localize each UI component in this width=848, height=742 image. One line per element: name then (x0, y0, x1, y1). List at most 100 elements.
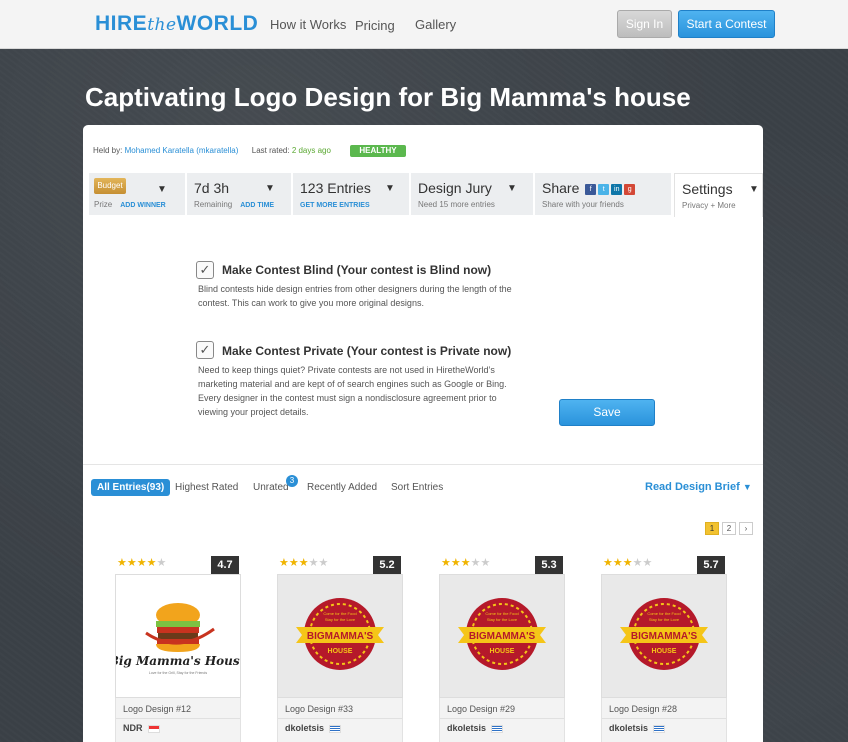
star-rating[interactable]: ★★★★★ (117, 556, 166, 569)
entry-meta: Logo Design #29 dkoletsis (439, 698, 565, 742)
greece-flag-icon (653, 724, 666, 733)
star-rating[interactable]: ★★★★★ (603, 556, 652, 569)
contest-card: Held by: Mohamed Karatella (mkaratella) … (83, 125, 763, 742)
design-jury-label: Design Jury (418, 180, 492, 196)
entry-author[interactable]: NDR (123, 723, 143, 733)
entry-card[interactable]: ★★★★★ 5.7 Come for the Food Stay for the… (601, 556, 727, 742)
share-label: Share (542, 180, 580, 196)
star-rating[interactable]: ★★★★★ (279, 556, 328, 569)
add-time-link[interactable]: ADD TIME (240, 202, 274, 209)
star-rating[interactable]: ★★★★★ (441, 556, 490, 569)
share-sub: Share with your friends (542, 200, 624, 209)
tab-entries[interactable]: 123 Entries ▼ GET MORE ENTRIES (293, 173, 411, 215)
entries-count: 123 Entries (300, 180, 371, 196)
filter-recently-added[interactable]: Recently Added (307, 482, 377, 493)
google-plus-icon[interactable]: g (624, 183, 636, 195)
share-row: Share f t in g (542, 180, 636, 196)
badge-main-text: BIGMAMMA'S (469, 631, 536, 642)
held-by-line: Held by: Mohamed Karatella (mkaratella) … (93, 146, 331, 155)
twitter-icon[interactable]: t (598, 183, 610, 195)
nav-how-it-works[interactable]: How it Works (270, 17, 346, 32)
tab-share[interactable]: Share f t in g Share with your friends (535, 173, 673, 215)
start-contest-button[interactable]: Start a Contest (678, 10, 775, 38)
settings-sub: Privacy + More (682, 201, 736, 210)
entry-thumbnail[interactable]: Come for the Food Stay for the Love BIGM… (601, 574, 727, 698)
badge-top-text-2: Stay for the Love (487, 617, 518, 622)
filter-unrated[interactable]: Unrated (253, 482, 289, 493)
blind-option-title: Make Contest Blind (Your contest is Blin… (222, 263, 492, 277)
tab-time[interactable]: 7d 3h ▼ Remaining ADD TIME (187, 173, 293, 215)
entry-name: Logo Design #12 (123, 704, 192, 714)
badge-sub-text: HOUSE (652, 648, 677, 655)
status-badge: HEALTHY (350, 145, 406, 157)
tab-budget[interactable]: Budget ▼ Prize ADD WINNER (89, 173, 187, 215)
entry-thumbnail[interactable]: Big Mamma's House Love for the Grill, St… (115, 574, 241, 698)
chevron-down-icon: ▼ (265, 183, 275, 194)
next-page-icon[interactable]: › (739, 522, 753, 535)
sort-entries[interactable]: Sort Entries (391, 482, 443, 493)
blind-option-description: Blind contests hide design entries from … (198, 284, 512, 308)
entry-author-row: NDR (123, 723, 160, 733)
read-design-brief-label: Read Design Brief (645, 481, 740, 493)
save-button[interactable]: Save (559, 399, 655, 426)
filter-all-entries[interactable]: All Entries(93) (91, 479, 171, 496)
greece-flag-icon (329, 724, 342, 733)
sign-in-button[interactable]: Sign In (617, 10, 672, 38)
holder-link[interactable]: Mohamed Karatella (mkaratella) (125, 146, 239, 155)
score-badge: 5.2 (373, 556, 401, 574)
score-badge: 5.7 (697, 556, 725, 574)
brand-logo[interactable]: HIREtheWORLD (95, 12, 258, 36)
blind-checkbox[interactable]: ✓ (196, 261, 214, 279)
budget-sub: Prize (94, 200, 113, 209)
logo-text-world: WORLD (176, 12, 259, 35)
private-checkbox[interactable]: ✓ (196, 341, 214, 359)
budget-chip: Budget (94, 178, 126, 194)
nav-gallery[interactable]: Gallery (415, 17, 456, 32)
page-title: Captivating Logo Design for Big Mamma's … (85, 82, 691, 112)
badge-logo-image: Come for the Food Stay for the Love BIGM… (458, 598, 546, 670)
read-design-brief-link[interactable]: Read Design Brief ▼ (645, 481, 752, 493)
entry-author-row: dkoletsis (609, 723, 666, 733)
entry-name: Logo Design #33 (285, 704, 354, 714)
entry-author[interactable]: dkoletsis (285, 723, 324, 733)
contest-tabs: Budget ▼ Prize ADD WINNER 7d 3h ▼ Remaini… (89, 173, 763, 217)
facebook-icon[interactable]: f (585, 183, 597, 195)
entry-author-row: dkoletsis (447, 723, 504, 733)
badge-top-text-2: Stay for the Love (649, 617, 680, 622)
logo-wordmark: Big Mamma's House (116, 654, 240, 668)
singapore-flag-icon (147, 724, 160, 733)
tab-settings[interactable]: Settings ▼ Privacy + More (674, 173, 763, 217)
chevron-down-icon: ▼ (157, 184, 167, 195)
meta-divider (440, 718, 564, 719)
entry-card[interactable]: ★★★★★ 5.2 Come for the Food Stay for the… (277, 556, 403, 742)
add-winner-link[interactable]: ADD WINNER (120, 202, 166, 209)
entry-meta: Logo Design #33 dkoletsis (277, 698, 403, 742)
chevron-down-icon: ▼ (385, 183, 395, 194)
held-by-label: Held by: (93, 146, 123, 155)
entry-card[interactable]: ★★★★★ 4.7 Big Mamma's House Love for the… (115, 556, 241, 742)
page-2[interactable]: 2 (722, 522, 736, 535)
nav-pricing[interactable]: Pricing (355, 18, 395, 33)
tab-design-jury[interactable]: Design Jury ▼ Need 15 more entries (411, 173, 535, 215)
unrated-count-badge: 3 (286, 475, 298, 487)
logo-tagline: Love for the Grill, Stay for the Friends (149, 671, 207, 675)
private-option-title: Make Contest Private (Your contest is Pr… (222, 344, 512, 358)
entry-card[interactable]: ★★★★★ 5.3 Come for the Food Stay for the… (439, 556, 565, 742)
get-more-entries-link[interactable]: GET MORE ENTRIES (300, 202, 370, 209)
entry-author-row: dkoletsis (285, 723, 342, 733)
entry-thumbnail[interactable]: Come for the Food Stay for the Love BIGM… (277, 574, 403, 698)
greece-flag-icon (491, 724, 504, 733)
badge-logo-image: Come for the Food Stay for the Love BIGM… (296, 598, 384, 670)
page-1[interactable]: 1 (705, 522, 719, 535)
design-jury-sub: Need 15 more entries (418, 200, 495, 209)
entry-author[interactable]: dkoletsis (609, 723, 648, 733)
entry-author[interactable]: dkoletsis (447, 723, 486, 733)
meta-divider (602, 718, 726, 719)
private-option-description: Need to keep things quiet? Private conte… (198, 365, 507, 417)
meta-divider (116, 718, 240, 719)
top-navigation-bar: HIREtheWORLD How it Works Pricing Galler… (0, 0, 848, 49)
settings-label: Settings (682, 181, 733, 197)
entry-thumbnail[interactable]: Come for the Food Stay for the Love BIGM… (439, 574, 565, 698)
filter-highest-rated[interactable]: Highest Rated (175, 482, 238, 493)
linkedin-icon[interactable]: in (611, 183, 623, 195)
